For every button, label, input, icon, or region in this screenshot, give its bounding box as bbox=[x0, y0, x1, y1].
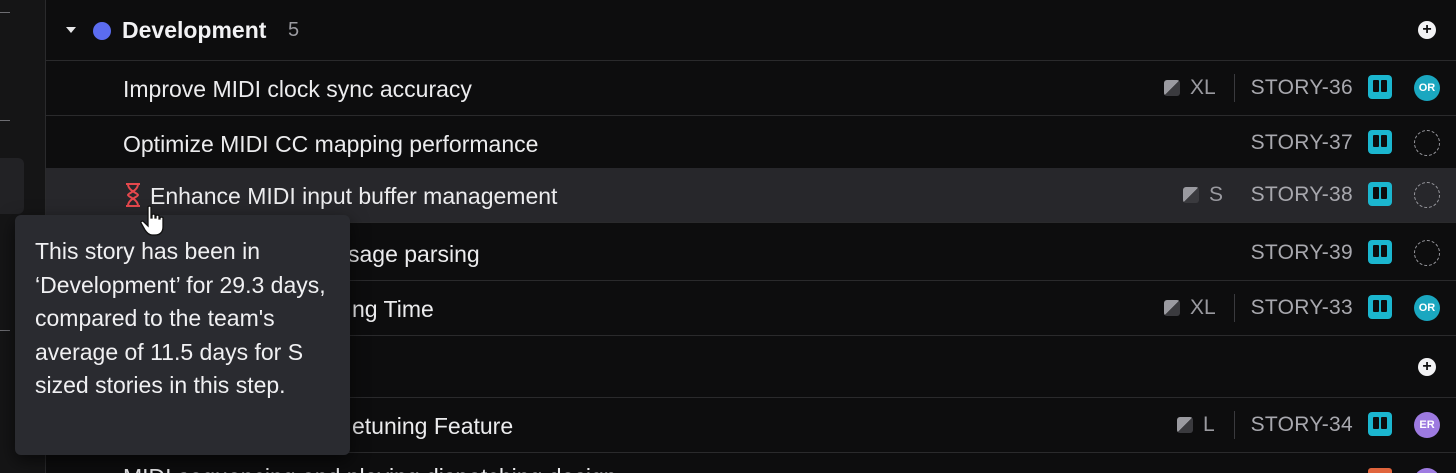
estimate-value: L bbox=[1203, 413, 1215, 436]
story-title[interactable]: ng Time bbox=[352, 296, 434, 323]
estimate-value: XL bbox=[1190, 76, 1216, 99]
group-count: 5 bbox=[288, 19, 300, 41]
story-title[interactable]: Improve MIDI clock sync accuracy bbox=[123, 76, 472, 103]
estimate-icon bbox=[1164, 300, 1180, 316]
divider bbox=[1234, 411, 1235, 439]
story-id[interactable]: STORY-39 bbox=[1251, 241, 1353, 265]
story-type-icon bbox=[1368, 75, 1392, 99]
estimate-icon bbox=[1177, 417, 1193, 433]
story-type-icon bbox=[1368, 182, 1392, 206]
story-id[interactable]: STORY-34 bbox=[1251, 413, 1353, 437]
sidebar-divider bbox=[0, 12, 10, 13]
estimate-value: S bbox=[1209, 183, 1224, 206]
status-dot-icon bbox=[93, 22, 111, 40]
sidebar-divider bbox=[0, 330, 10, 331]
avatar[interactable]: ER bbox=[1414, 412, 1440, 438]
story-type-icon bbox=[1368, 240, 1392, 264]
divider bbox=[1234, 294, 1235, 322]
story-id[interactable]: STORY-38 bbox=[1251, 183, 1353, 207]
story-type-icon bbox=[1368, 468, 1392, 473]
story-title[interactable]: etuning Feature bbox=[352, 413, 513, 440]
story-type-icon bbox=[1368, 412, 1392, 436]
divider bbox=[1234, 74, 1235, 102]
hand-cursor-icon bbox=[140, 205, 164, 236]
unassigned-avatar-icon[interactable] bbox=[1414, 130, 1440, 156]
estimate[interactable]: S bbox=[1183, 183, 1223, 207]
add-story-button[interactable]: + bbox=[1418, 21, 1436, 39]
sidebar-active-item[interactable] bbox=[0, 158, 24, 214]
caret-down-icon[interactable] bbox=[66, 27, 76, 33]
avatar[interactable]: OR bbox=[1414, 295, 1440, 321]
avatar[interactable]: OR bbox=[1414, 75, 1440, 101]
tooltip-text: This story has been in ‘Development’ for… bbox=[35, 238, 326, 398]
estimate-icon bbox=[1183, 187, 1199, 203]
estimate[interactable]: XL bbox=[1164, 296, 1216, 320]
story-title[interactable]: MIDI sequencing and playing dispatching … bbox=[123, 464, 617, 473]
group-title: Development bbox=[122, 17, 267, 43]
add-story-button[interactable]: + bbox=[1418, 358, 1436, 376]
sidebar-divider bbox=[0, 120, 10, 121]
unassigned-avatar-icon[interactable] bbox=[1414, 240, 1440, 266]
story-type-icon bbox=[1368, 130, 1392, 154]
story-type-icon bbox=[1368, 295, 1392, 319]
story-row[interactable]: MIDI sequencing and playing dispatching … bbox=[46, 458, 1456, 473]
avatar[interactable] bbox=[1414, 468, 1440, 473]
unassigned-avatar-icon[interactable] bbox=[1414, 182, 1440, 208]
story-id[interactable]: STORY-37 bbox=[1251, 131, 1353, 155]
group-header-development[interactable]: Development 5 + bbox=[46, 0, 1456, 61]
story-title[interactable]: Optimize MIDI CC mapping performance bbox=[123, 131, 538, 158]
story-row[interactable]: Optimize MIDI CC mapping performance STO… bbox=[46, 116, 1456, 171]
estimate-icon bbox=[1164, 80, 1180, 96]
estimate[interactable]: XL bbox=[1164, 76, 1216, 100]
story-title[interactable]: Enhance MIDI input buffer management bbox=[150, 183, 557, 210]
estimate[interactable]: L bbox=[1177, 413, 1215, 437]
estimate-value: XL bbox=[1190, 296, 1216, 319]
aging-tooltip: This story has been in ‘Development’ for… bbox=[15, 215, 350, 455]
story-title[interactable]: sage parsing bbox=[348, 241, 480, 268]
story-row[interactable]: Improve MIDI clock sync accuracy XL STOR… bbox=[46, 61, 1456, 116]
story-id[interactable]: STORY-33 bbox=[1251, 296, 1353, 320]
story-id[interactable]: STORY-36 bbox=[1251, 76, 1353, 100]
